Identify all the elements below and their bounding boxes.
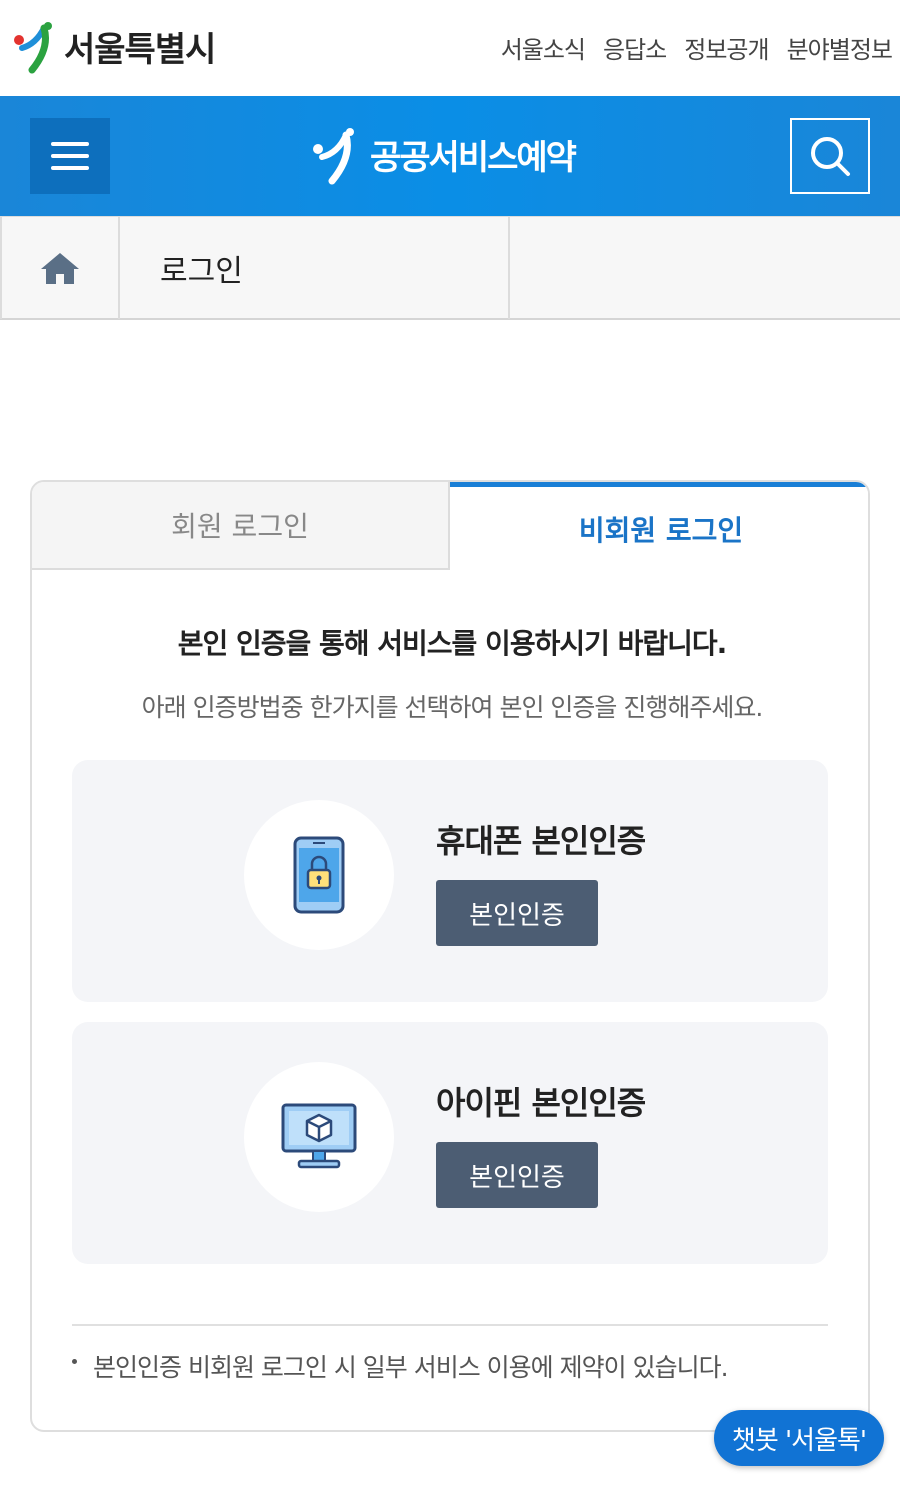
breadcrumb-home[interactable] [0,217,120,319]
top-bar: 서울특별시 서울소식 응답소 정보공개 분야별정보 [0,0,900,96]
monitor-cube-icon [281,1103,357,1169]
service-title[interactable]: 공공서비스예약 [308,122,577,186]
breadcrumb: 로그인 [0,216,900,320]
top-link-field-info[interactable]: 분야별정보 [787,30,893,65]
phone-auth-title: 휴대폰 본인인증 [436,822,646,860]
auth-message-sub: 아래 인증방법중 한가지를 선택하여 본인 인증을 진행해주세요. [141,693,764,722]
bullet-icon [72,1358,77,1364]
ipin-auth-title: 아이핀 본인인증 [436,1084,646,1122]
top-link-eungdapso[interactable]: 응답소 [603,30,667,65]
hamburger-icon-line [51,154,89,158]
auth-message-main: 본인 인증을 통해 서비스를 이용하시기 바랍니다. [177,627,728,660]
guest-login-notice-text: 본인인증 비회원 로그인 시 일부 서비스 이용에 제약이 있습니다. [93,1353,729,1382]
top-link-info-disclosure[interactable]: 정보공개 [684,30,769,65]
phone-icon-circle [244,800,394,950]
hamburger-icon-line [51,166,89,170]
ipin-auth-button[interactable]: 본인인증 [436,1142,598,1208]
top-nav: 서울소식 응답소 정보공개 분야별정보 [501,30,893,65]
guest-login-notice: 본인인증 비회원 로그인 시 일부 서비스 이용에 제약이 있습니다. [72,1348,729,1384]
seoul-logo-icon [14,22,52,74]
top-link-news[interactable]: 서울소식 [501,30,586,65]
home-icon [41,253,79,284]
phone-auth-button[interactable]: 본인인증 [436,880,598,946]
tab-member-login[interactable]: 회원 로그인 [32,482,450,570]
chatbot-button[interactable]: 챗봇 '서울톡' [714,1410,884,1466]
seoul-logo[interactable]: 서울특별시 [10,18,216,74]
notice-divider [72,1324,828,1326]
breadcrumb-current: 로그인 [120,217,510,319]
seoul-logo-text: 서울특별시 [64,29,216,70]
ipin-icon-circle [244,1062,394,1212]
service-header: 공공서비스예약 [0,96,900,216]
phone-auth-panel: 휴대폰 본인인증 본인인증 [72,760,828,1002]
search-button[interactable] [790,118,870,194]
seoul-symbol-icon [313,128,354,185]
service-title-text: 공공서비스예약 [370,137,577,178]
hamburger-icon-line [51,142,89,146]
smartphone-lock-icon [293,836,345,914]
ipin-auth-panel: 아이핀 본인인증 본인인증 [72,1022,828,1264]
login-card: 회원 로그인 비회원 로그인 본인 인증을 통해 서비스를 이용하시기 바랍니다… [30,480,870,1432]
tab-guest-login[interactable]: 비회원 로그인 [450,482,868,570]
search-icon [811,137,850,176]
menu-button[interactable] [30,118,110,194]
